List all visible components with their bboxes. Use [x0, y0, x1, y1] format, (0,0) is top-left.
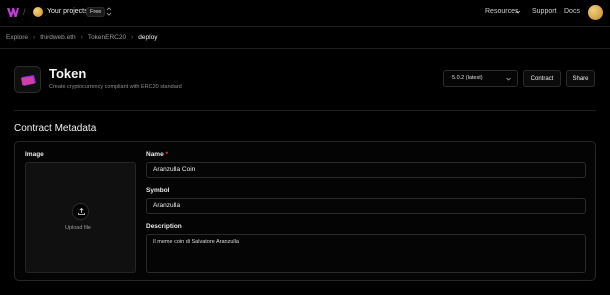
breadcrumb: Explore › thirdweb.eth › TokenERC20 › de… — [6, 34, 157, 41]
name-label: Name * — [146, 151, 168, 158]
upload-icon — [78, 207, 85, 215]
name-label-text: Name — [146, 151, 164, 158]
breadcrumb-item-deploy: deploy — [138, 34, 158, 41]
name-input[interactable]: Aranzulla Coin — [146, 162, 586, 178]
header-divider — [14, 110, 596, 111]
chevron-down-icon[interactable] — [515, 10, 521, 14]
docs-link[interactable]: Docs — [564, 8, 580, 15]
description-label: Description — [146, 223, 182, 230]
token-card-icon — [21, 75, 36, 86]
thirdweb-logo-icon[interactable] — [7, 8, 19, 17]
support-link[interactable]: Support — [532, 8, 557, 15]
description-textarea[interactable]: Il meme coin di Salvatore Aranzulla — [146, 234, 586, 273]
user-avatar[interactable] — [588, 5, 603, 20]
image-label: Image — [25, 151, 44, 158]
breadcrumb-divider — [0, 48, 610, 49]
page-title: Token — [49, 66, 87, 81]
chevron-down-icon — [506, 77, 511, 81]
path-separator: / — [23, 7, 26, 17]
chevron-up-down-icon[interactable] — [106, 6, 112, 17]
version-select-value: 5.0.2 (latest) — [452, 75, 483, 81]
page-subtitle: Create cryptocurrency compliant with ERC… — [49, 84, 182, 90]
project-switcher-label[interactable]: Your projects — [47, 8, 88, 15]
contract-button[interactable]: Contract — [523, 70, 561, 87]
top-navigation-bar: / Your projects Free Resources Support D… — [0, 0, 610, 26]
project-avatar[interactable] — [33, 7, 43, 17]
topbar-divider — [0, 26, 610, 27]
resources-menu[interactable]: Resources — [485, 8, 518, 15]
version-select[interactable]: 5.0.2 (latest) — [443, 70, 518, 87]
symbol-input[interactable]: Aranzulla — [146, 198, 586, 214]
required-asterisk: * — [165, 151, 169, 158]
plan-badge: Free — [86, 7, 106, 17]
breadcrumb-separator: › — [33, 34, 36, 41]
upload-button[interactable] — [72, 203, 89, 220]
token-contract-icon — [14, 66, 41, 93]
section-title: Contract Metadata — [14, 123, 97, 134]
breadcrumb-item-publisher[interactable]: thirdweb.eth — [40, 34, 75, 41]
breadcrumb-separator: › — [131, 34, 134, 41]
share-button[interactable]: Share — [566, 70, 595, 87]
breadcrumb-item-contract[interactable]: TokenERC20 — [88, 34, 126, 41]
symbol-label: Symbol — [146, 187, 170, 194]
breadcrumb-separator: › — [80, 34, 83, 41]
breadcrumb-item-explore[interactable]: Explore — [6, 34, 28, 41]
upload-file-label: Upload file — [65, 225, 91, 231]
